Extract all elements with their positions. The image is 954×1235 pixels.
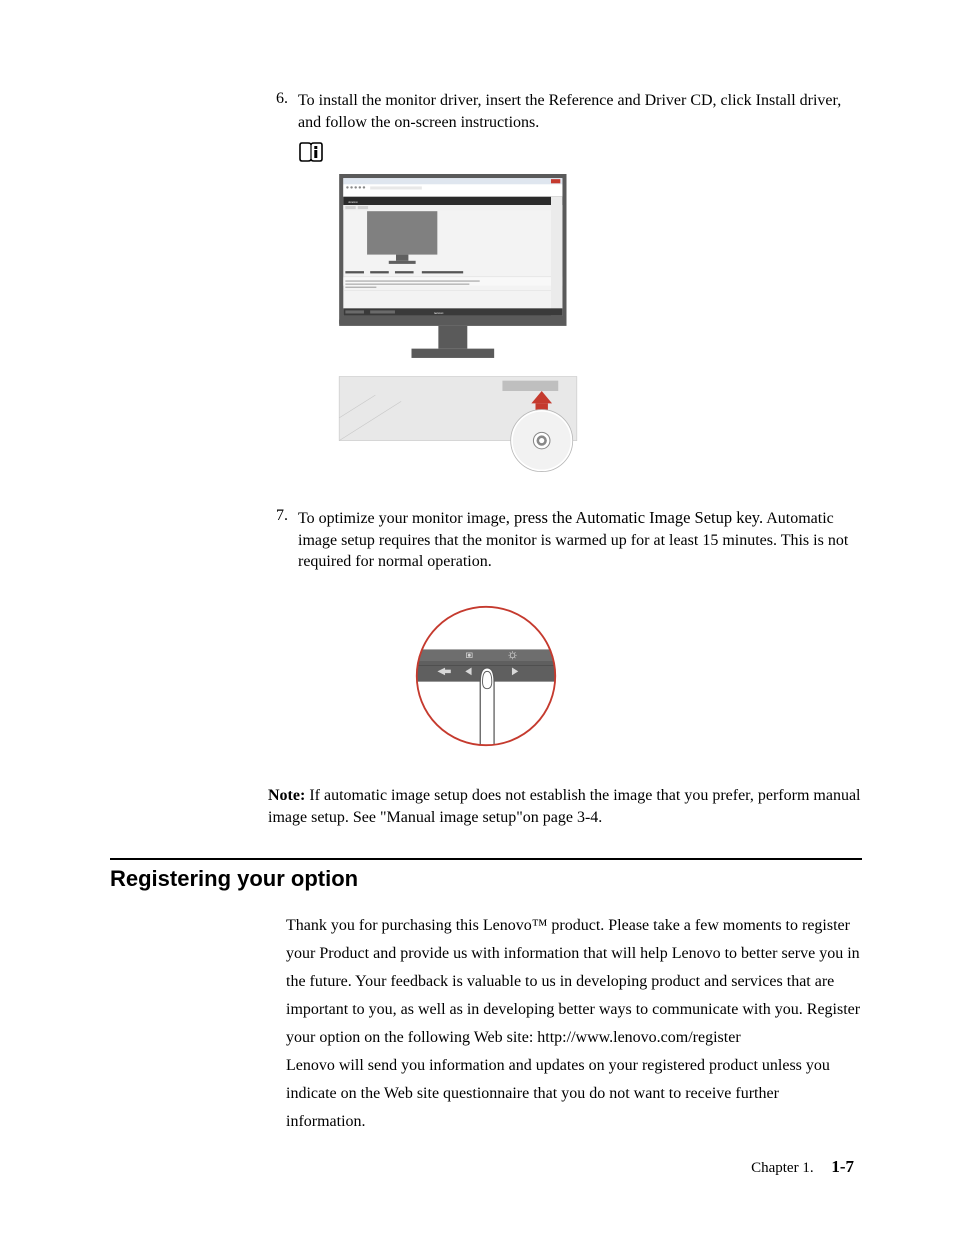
brand-text-footer: lenovo bbox=[434, 311, 443, 315]
footer-chapter: Chapter 1. bbox=[751, 1160, 813, 1176]
step-6: 6. To install the monitor driver, insert… bbox=[110, 90, 862, 133]
note-label: Note: bbox=[268, 787, 305, 804]
step-7-text: To optimize your monitor image, press th… bbox=[298, 507, 862, 573]
section-body-p2: Lenovo will send you information and upd… bbox=[286, 1057, 830, 1130]
figure-automatic-setup-key bbox=[110, 601, 862, 751]
figure-monitor-cd: lenovo lenovo bbox=[298, 174, 862, 489]
note-text: If automatic image setup does not establ… bbox=[268, 787, 861, 826]
step-7-text-a: To optimize your monitor image bbox=[298, 510, 506, 527]
note-block: Note: If automatic image setup does not … bbox=[268, 785, 862, 828]
step-7-text-b: , press the Automatic Image Setup key. bbox=[506, 508, 763, 527]
section-body-p1: Thank you for purchasing this Lenovo™ pr… bbox=[286, 917, 860, 1046]
step-7: 7. To optimize your monitor image, press… bbox=[110, 507, 862, 573]
document-page: 6. To install the monitor driver, insert… bbox=[0, 0, 954, 1235]
page-footer: Chapter 1. 1-7 bbox=[751, 1157, 854, 1177]
cd-icon bbox=[511, 410, 573, 472]
info-icon bbox=[298, 141, 862, 168]
footer-page-number: 1-7 bbox=[831, 1157, 854, 1176]
step-6-text: To install the monitor driver, insert th… bbox=[298, 90, 862, 133]
finger-icon bbox=[480, 668, 494, 751]
step-7-number: 7. bbox=[260, 507, 298, 525]
section-rule bbox=[110, 858, 862, 860]
step-6-number: 6. bbox=[260, 90, 298, 108]
section-body: Thank you for purchasing this Lenovo™ pr… bbox=[286, 912, 862, 1136]
section-heading: Registering your option bbox=[110, 866, 862, 892]
brand-text: lenovo bbox=[348, 200, 357, 204]
